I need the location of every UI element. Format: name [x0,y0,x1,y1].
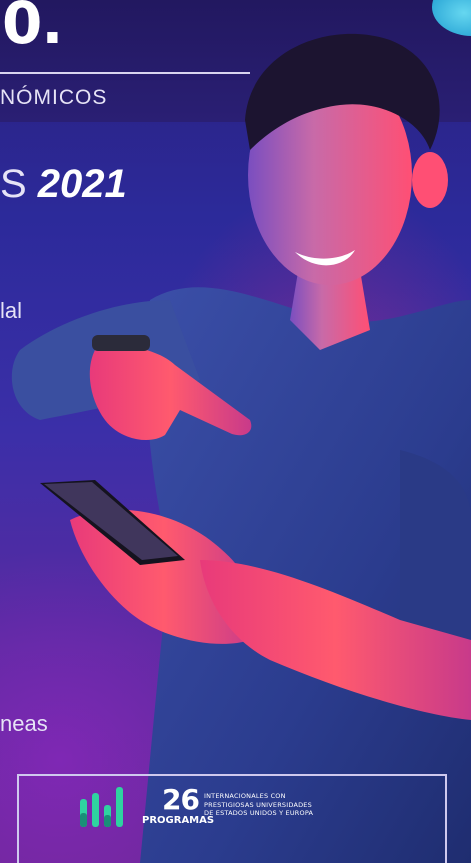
programs-description-line: INTERNACIONALES CON [204,792,286,800]
programs-description-line: PRESTIGIOSAS UNIVERSIDADES [204,800,312,809]
person-photo [11,33,471,863]
programs-description-line: DE ESTADOS UNIDOS Y EUROPA [204,809,314,818]
bar-chart-icon [80,787,123,827]
promo-banner: 0. NÓMICOS S 2021 lal neas 26 PROGRAMAS … [0,0,471,863]
programs-count: 26 [162,783,200,816]
programs-description: INTERNACIONALES CON PRESTIGIOSAS UNIVERS… [204,792,324,818]
